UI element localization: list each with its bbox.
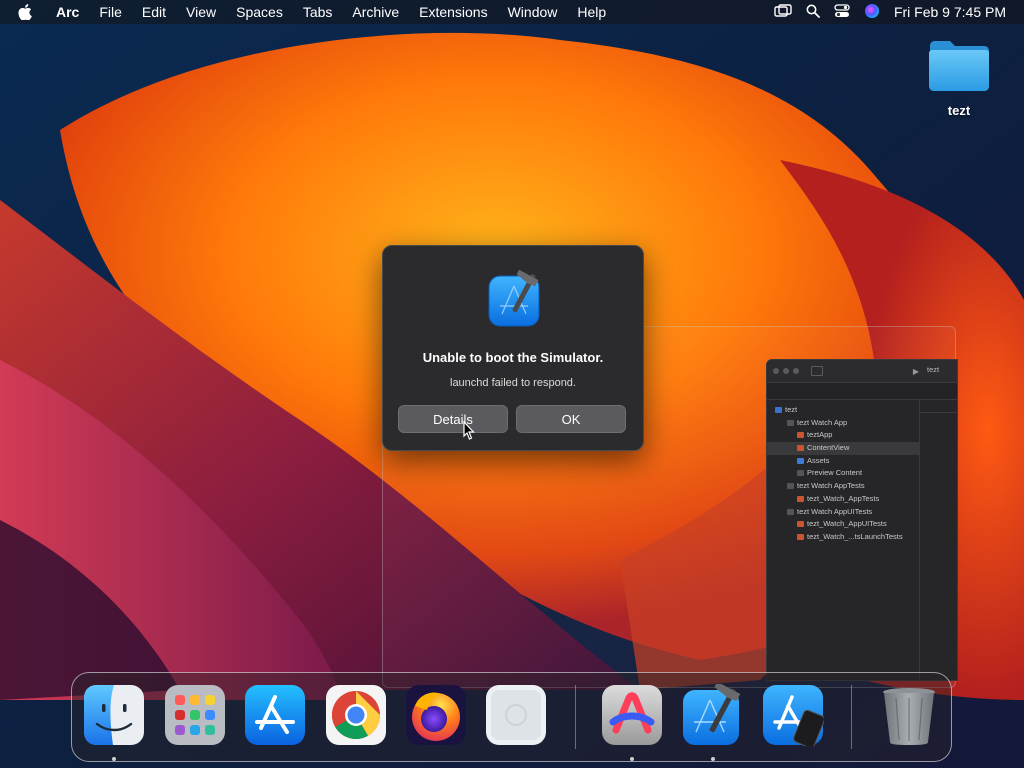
dock-xcode-icon[interactable] bbox=[682, 684, 744, 746]
nav-item-file[interactable]: tezt_Watch_AppUITests bbox=[767, 518, 919, 531]
dock-arc-icon[interactable] bbox=[601, 684, 663, 746]
dock-finder-icon[interactable] bbox=[83, 684, 145, 746]
dialog-title: Unable to boot the Simulator. bbox=[422, 350, 604, 365]
xcode-tab-title[interactable]: tezt bbox=[927, 365, 939, 374]
zoom-window-icon[interactable] bbox=[793, 368, 799, 374]
dock-chrome-icon[interactable] bbox=[325, 684, 387, 746]
swift-file-icon bbox=[797, 533, 804, 540]
sidebar-toggle-icon[interactable] bbox=[811, 366, 823, 376]
siri-icon[interactable] bbox=[864, 3, 880, 22]
swift-file-icon bbox=[797, 521, 804, 528]
nav-item-project[interactable]: tezt bbox=[767, 404, 919, 417]
xcode-titlebar[interactable]: ▶ tezt bbox=[767, 360, 957, 383]
nav-item-folder[interactable]: tezt Watch AppTests bbox=[767, 480, 919, 493]
dock-trash-icon[interactable] bbox=[878, 684, 940, 746]
menu-file[interactable]: File bbox=[89, 0, 132, 24]
dock-running-indicator bbox=[630, 757, 634, 761]
dock-running-indicator bbox=[112, 757, 116, 761]
menu-edit[interactable]: Edit bbox=[132, 0, 176, 24]
screen-mirroring-icon[interactable] bbox=[774, 3, 792, 21]
close-window-icon[interactable] bbox=[773, 368, 779, 374]
search-icon[interactable] bbox=[806, 4, 820, 21]
dock-simulator-icon[interactable] bbox=[762, 684, 824, 746]
folder-label: tezt bbox=[947, 103, 971, 118]
dock-preview-icon[interactable] bbox=[485, 684, 547, 746]
nav-item-file[interactable]: teztApp bbox=[767, 429, 919, 442]
assets-icon bbox=[797, 457, 804, 464]
menu-app-name[interactable]: Arc bbox=[46, 0, 89, 24]
mouse-cursor-icon bbox=[463, 421, 475, 440]
nav-item-file[interactable]: tezt_Watch_...tsLaunchTests bbox=[767, 531, 919, 544]
swift-file-icon bbox=[797, 432, 804, 439]
ok-button[interactable]: OK bbox=[516, 405, 626, 433]
swift-file-icon bbox=[797, 445, 804, 452]
menu-archive[interactable]: Archive bbox=[342, 0, 409, 24]
dock bbox=[71, 672, 952, 762]
details-button[interactable]: Details bbox=[398, 405, 508, 433]
xcode-project-window[interactable]: ▶ tezt tezt tezt Watch App teztApp Conte… bbox=[766, 359, 958, 681]
nav-item-file[interactable]: tezt_Watch_AppTests bbox=[767, 493, 919, 506]
nav-item-folder[interactable]: Preview Content bbox=[767, 467, 919, 480]
navigator-toolbar bbox=[767, 383, 957, 400]
xcode-app-icon bbox=[488, 270, 540, 327]
menu-bar: Arc File Edit View Spaces Tabs Archive E… bbox=[0, 0, 1024, 24]
apple-menu-icon[interactable] bbox=[0, 4, 46, 20]
folder-icon bbox=[787, 419, 794, 426]
nav-item-folder[interactable]: tezt Watch App bbox=[767, 417, 919, 430]
nav-item-assets[interactable]: Assets bbox=[767, 455, 919, 468]
menu-tabs[interactable]: Tabs bbox=[293, 0, 343, 24]
folder-icon bbox=[797, 470, 804, 477]
dialog-message: launchd failed to respond. bbox=[450, 377, 576, 389]
menu-help[interactable]: Help bbox=[567, 0, 616, 24]
menu-bar-clock[interactable]: Fri Feb 9 7:45 PM bbox=[894, 4, 1006, 20]
folder-icon bbox=[787, 508, 794, 515]
minimize-window-icon[interactable] bbox=[783, 368, 789, 374]
menu-window[interactable]: Window bbox=[498, 0, 568, 24]
dock-firefox-icon[interactable] bbox=[405, 684, 467, 746]
dock-app-store-icon[interactable] bbox=[244, 684, 306, 746]
project-navigator: tezt tezt Watch App teztApp ContentView … bbox=[767, 400, 920, 680]
dock-separator bbox=[575, 685, 576, 749]
nav-item-file-selected[interactable]: ContentView bbox=[767, 442, 919, 455]
menu-extensions[interactable]: Extensions bbox=[409, 0, 497, 24]
desktop-folder[interactable]: tezt bbox=[926, 38, 992, 118]
alert-dialog: Unable to boot the Simulator. launchd fa… bbox=[382, 245, 644, 451]
nav-item-folder[interactable]: tezt Watch AppUITests bbox=[767, 506, 919, 519]
menu-spaces[interactable]: Spaces bbox=[226, 0, 293, 24]
dock-separator bbox=[851, 685, 852, 749]
dock-running-indicator bbox=[711, 757, 715, 761]
swift-file-icon bbox=[797, 495, 804, 502]
editor-jump-bar bbox=[920, 400, 957, 413]
run-icon[interactable]: ▶ bbox=[913, 367, 919, 376]
menu-view[interactable]: View bbox=[176, 0, 226, 24]
code-editor[interactable] bbox=[920, 400, 957, 680]
project-icon bbox=[775, 407, 782, 414]
dock-launchpad-icon[interactable] bbox=[164, 684, 226, 746]
folder-icon bbox=[929, 41, 989, 91]
control-center-icon[interactable] bbox=[834, 3, 850, 21]
editor-gutter bbox=[920, 413, 957, 470]
folder-icon bbox=[787, 483, 794, 490]
